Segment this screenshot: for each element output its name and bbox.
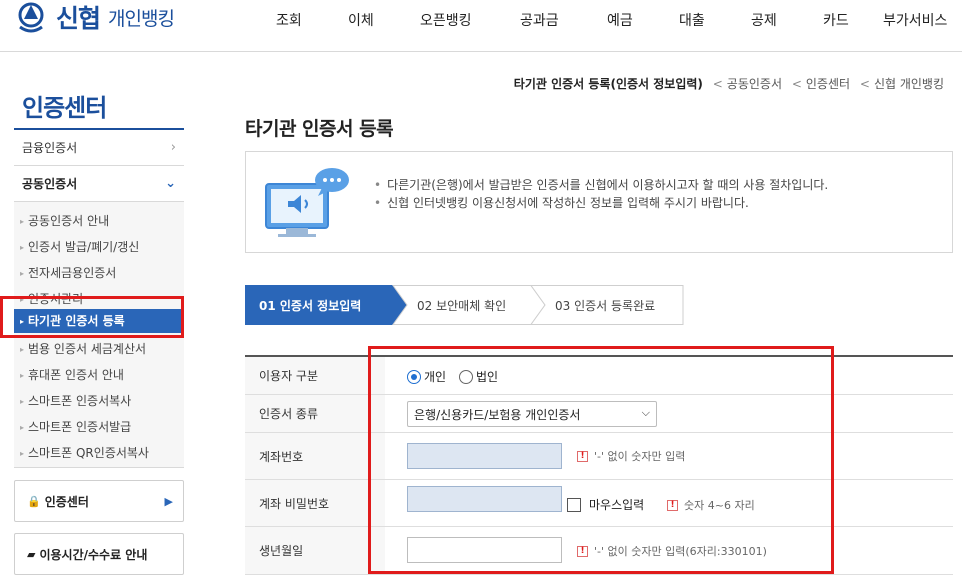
- gnb-item-extra[interactable]: 부가서비스: [883, 10, 947, 30]
- gnb-item-insurance[interactable]: 공제: [751, 10, 777, 30]
- bullet-icon: ▸: [20, 269, 25, 278]
- bullet-icon: •: [374, 178, 382, 192]
- bullet-icon: ▸: [20, 217, 25, 226]
- breadcrumb-link[interactable]: 신협 개인뱅킹: [874, 77, 944, 91]
- breadcrumb-current: 타기관 인증서 등록(인증서 정보입력): [513, 77, 703, 91]
- row-label: 생년월일: [245, 527, 385, 574]
- gnb-item-transfer[interactable]: 이체: [348, 10, 374, 30]
- sidebar-item-label: 공동인증서: [22, 177, 78, 191]
- row-label: 이용자 구분: [245, 357, 385, 394]
- bullet-icon: ▸: [20, 371, 25, 380]
- submenu-label: 전자세금용인증서: [28, 266, 117, 280]
- submenu-label: 범용 인증서 세금계산서: [28, 342, 147, 356]
- breadcrumb: 타기관 인증서 등록(인증서 정보입력) < 공동인증서 < 인증센터 < 신협 개인…: [514, 75, 944, 92]
- bullet-icon: ▸: [20, 345, 25, 354]
- breadcrumb-sep-icon: <: [712, 77, 723, 91]
- submenu-item[interactable]: ▸ 범용 인증서 세금계산서: [20, 340, 146, 357]
- breadcrumb-sep-icon: <: [791, 77, 802, 91]
- step-3: 03 인증서 등록완료: [555, 298, 656, 313]
- info-box: • 다른기관(은행)에서 발급받은 인증서를 신협에서 이용하시고자 할 때의 사…: [245, 151, 953, 253]
- breadcrumb-link[interactable]: 공동인증서: [727, 77, 782, 91]
- info-line: • 다른기관(은행)에서 발급받은 인증서를 신협에서 이용하시고자 할 때의 사…: [374, 176, 828, 193]
- lock-icon: 🔒: [27, 494, 41, 508]
- chevron-right-icon: ›: [170, 140, 176, 155]
- gnb-item-deposit[interactable]: 예금: [607, 10, 633, 30]
- submenu-item[interactable]: ▸ 전자세금용인증서: [20, 264, 116, 281]
- info-text: 다른기관(은행)에서 발급받은 인증서를 신협에서 이용하시고자 할 때의 사용…: [387, 178, 829, 192]
- step-indicator: 01 인증서 정보입력 02 보안매체 확인 03 인증서 등록완료: [245, 285, 685, 325]
- gnb-item-inquiry[interactable]: 조회: [276, 10, 302, 30]
- monitor-speaker-icon: [265, 168, 349, 237]
- page-title: 타기관 인증서 등록: [245, 118, 394, 140]
- gnb-item-utility[interactable]: 공과금: [520, 10, 559, 30]
- submenu-item[interactable]: ▸ 공동인증서 안내: [20, 212, 109, 229]
- hours-fee-button[interactable]: ▰ 이용시간/수수료 안내: [14, 533, 184, 575]
- bullet-icon: ▸: [20, 243, 25, 252]
- submenu-label: 휴대폰 인증서 안내: [28, 368, 124, 382]
- bullet-icon: •: [374, 196, 382, 210]
- row-label: 계좌 비밀번호: [245, 480, 385, 526]
- submenu-label: 공동인증서 안내: [28, 214, 110, 228]
- breadcrumb-link[interactable]: 인증센터: [806, 77, 850, 91]
- submenu-item[interactable]: ▸ 인증서 발급/폐기/갱신: [20, 238, 139, 255]
- bullet-icon: ▸: [20, 397, 25, 406]
- submenu-label: 스마트폰 인증서복사: [28, 394, 132, 408]
- gnb-item-card[interactable]: 카드: [823, 10, 849, 30]
- global-nav: 조회 이체 오픈뱅킹 공과금 예금 대출 공제 카드 부가서비스: [0, 0, 962, 40]
- sidebar-item-label: 금융인증서: [22, 141, 78, 155]
- step-2: 02 보안매체 확인: [417, 298, 507, 313]
- sidebar-title: 인증센터: [22, 94, 107, 122]
- sidebar-item-joint-cert[interactable]: 공동인증서 ⌄: [14, 166, 184, 202]
- bullet-icon: ▸: [20, 449, 25, 458]
- sidebar-item-financial-cert[interactable]: 금융인증서 ›: [14, 130, 184, 166]
- info-text: 신협 인터넷뱅킹 이용신청서에 작성하신 정보를 입력해 주시기 바랍니다.: [387, 196, 749, 210]
- header: 신협 개인뱅킹 조회 이체 오픈뱅킹 공과금 예금 대출 공제 카드 부가서비스: [0, 0, 962, 52]
- gnb-item-openbanking[interactable]: 오픈뱅킹: [420, 10, 472, 30]
- row-label: 계좌번호: [245, 433, 385, 479]
- highlight-box-form: [368, 346, 834, 574]
- hours-fee-label: 이용시간/수수료 안내: [39, 547, 148, 562]
- submenu-label: 스마트폰 인증서발급: [28, 420, 132, 434]
- breadcrumb-sep-icon: <: [859, 77, 870, 91]
- cert-center-button[interactable]: 🔒 인증센터 ▶: [14, 480, 184, 522]
- submenu-item[interactable]: ▸ 휴대폰 인증서 안내: [20, 366, 124, 383]
- highlight-box-sidebar: [0, 296, 184, 338]
- gnb-item-loan[interactable]: 대출: [679, 10, 705, 30]
- submenu-label: 스마트폰 QR인증서복사: [28, 446, 149, 460]
- submenu-label: 인증서 발급/폐기/갱신: [28, 240, 140, 254]
- cert-center-label: 인증센터: [44, 494, 89, 509]
- row-label: 인증서 종류: [245, 395, 385, 432]
- chevron-down-icon: ⌄: [165, 176, 176, 191]
- submenu-item[interactable]: ▸ 스마트폰 인증서발급: [20, 418, 131, 435]
- chat-icon: ▰: [27, 547, 36, 561]
- submenu-item[interactable]: ▸ 스마트폰 QR인증서복사: [20, 444, 149, 461]
- step-1-active: 01 인증서 정보입력: [259, 298, 362, 313]
- bullet-icon: ▸: [20, 423, 25, 432]
- arrow-right-icon: ▶: [164, 494, 173, 508]
- info-line: • 신협 인터넷뱅킹 이용신청서에 작성하신 정보를 입력해 주시기 바랍니다.: [374, 194, 749, 211]
- submenu-item[interactable]: ▸ 스마트폰 인증서복사: [20, 392, 131, 409]
